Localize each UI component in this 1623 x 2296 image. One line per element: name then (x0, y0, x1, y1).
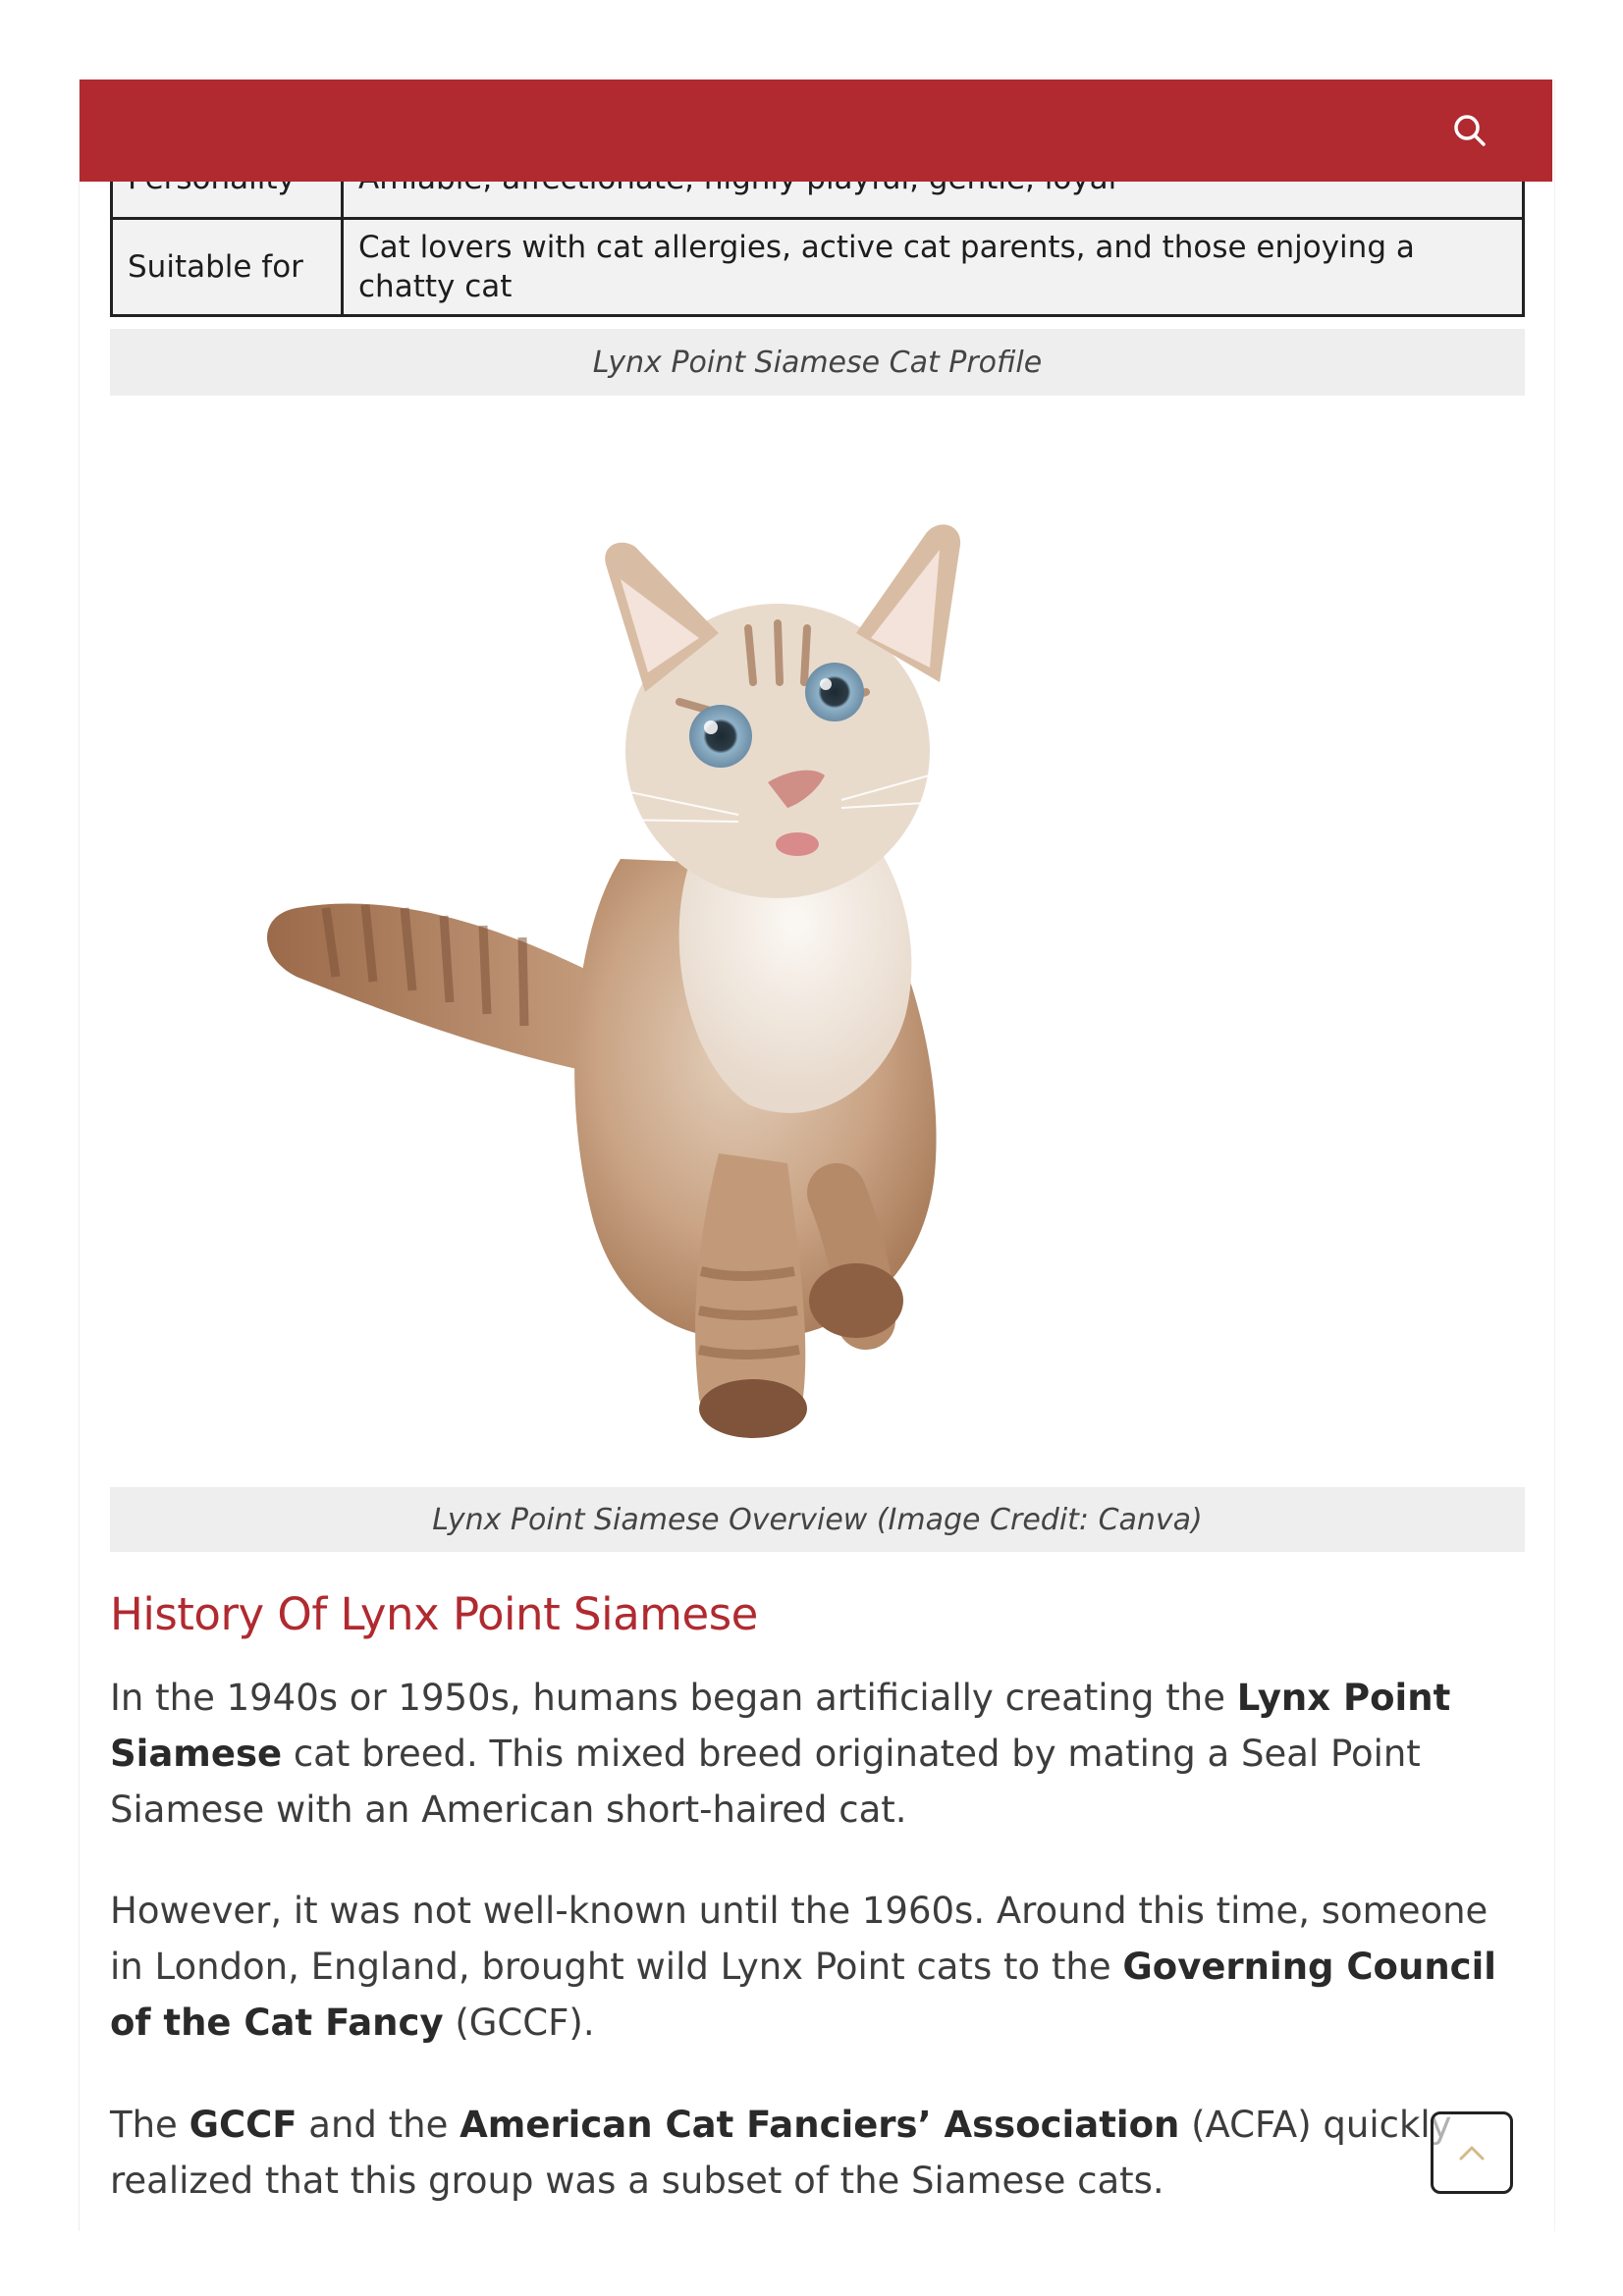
site-header (80, 80, 1552, 182)
text-span: cat breed. This mixed breed originated b… (110, 1733, 1421, 1831)
lynx-point-siamese-image (110, 427, 1525, 1487)
bold-term: American Cat Fanciers’ Association (460, 2104, 1180, 2146)
back-to-top-button[interactable] (1431, 2111, 1513, 2194)
table-cell-label: Suitable for (110, 217, 344, 317)
bold-term: GCCF (189, 2104, 298, 2146)
history-paragraph-1: In the 1940s or 1950s, humans began arti… (110, 1670, 1529, 1838)
text-span: In the 1940s or 1950s, humans began arti… (110, 1677, 1237, 1719)
text-span: (GCCF). (443, 2002, 595, 2044)
section-heading: History Of Lynx Point Siamese (110, 1588, 758, 1640)
table-row: Suitable for Cat lovers with cat allergi… (110, 217, 1525, 317)
text-span: The (110, 2104, 189, 2146)
chevron-up-icon (1459, 2146, 1485, 2161)
search-button[interactable] (1450, 111, 1489, 150)
history-paragraph-3: The GCCF and the American Cat Fanciers’ … (110, 2097, 1529, 2209)
search-icon (1454, 115, 1486, 146)
table-cell-value: Cat lovers with cat allergies, active ca… (341, 217, 1525, 317)
text-span: and the (297, 2104, 460, 2146)
history-paragraph-2: However, it was not well-known until the… (110, 1883, 1529, 2051)
image-caption: Lynx Point Siamese Overview (Image Credi… (110, 1487, 1525, 1552)
table-caption: Lynx Point Siamese Cat Profile (110, 329, 1525, 396)
